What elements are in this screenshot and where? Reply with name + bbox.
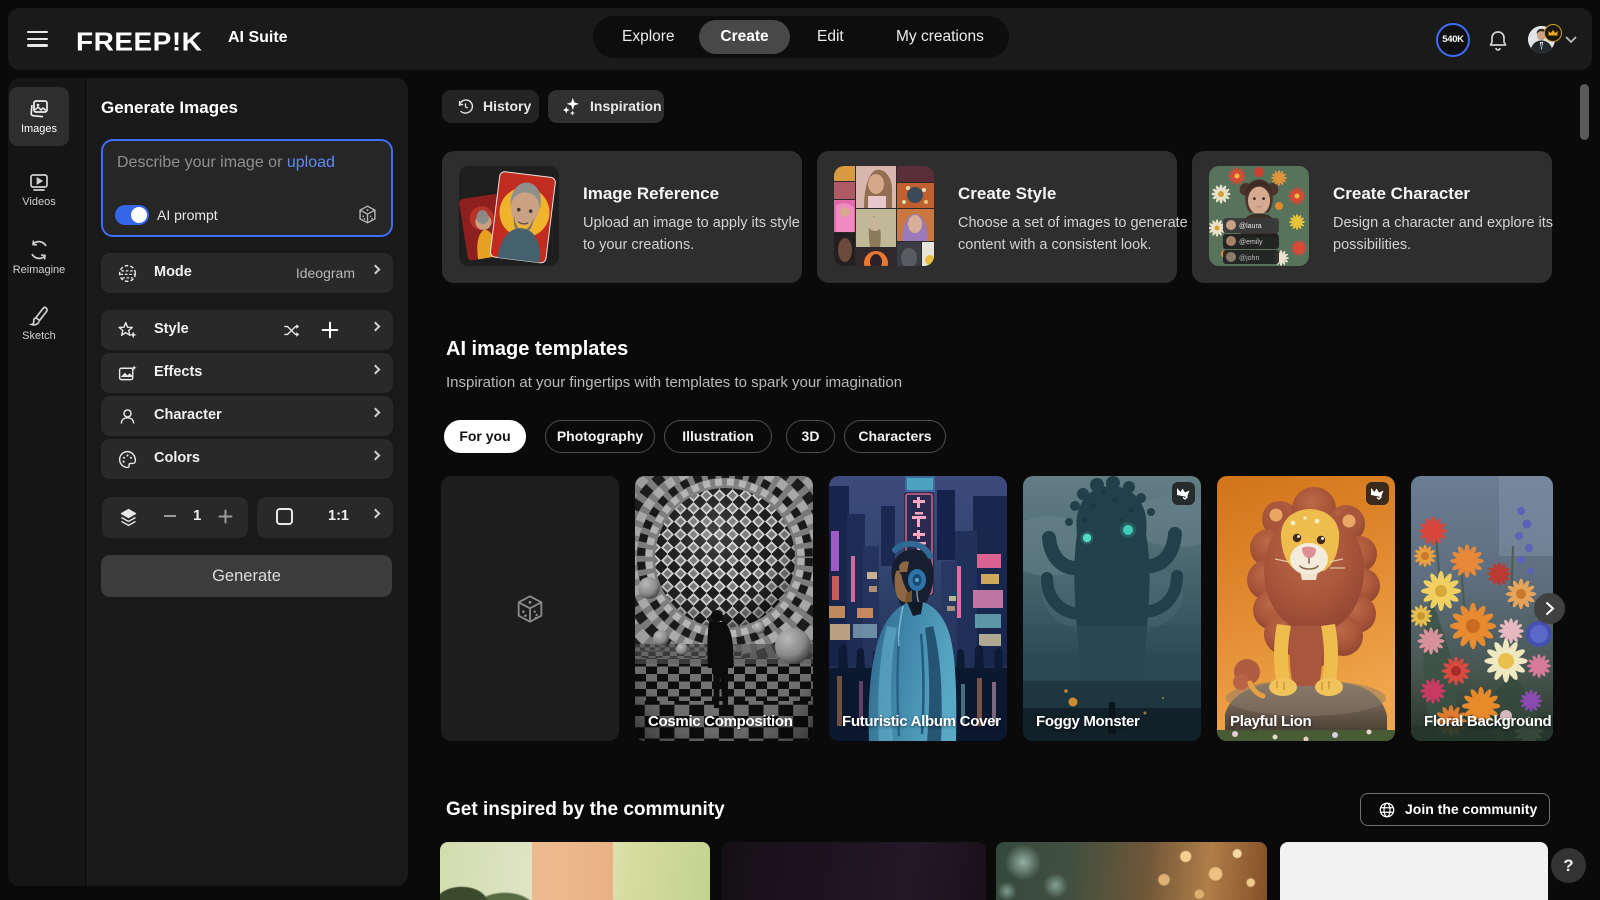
svg-text:@laura: @laura [1239,223,1262,230]
svg-text:@emily: @emily [1239,239,1263,246]
svg-text:@john: @john [1239,255,1259,262]
